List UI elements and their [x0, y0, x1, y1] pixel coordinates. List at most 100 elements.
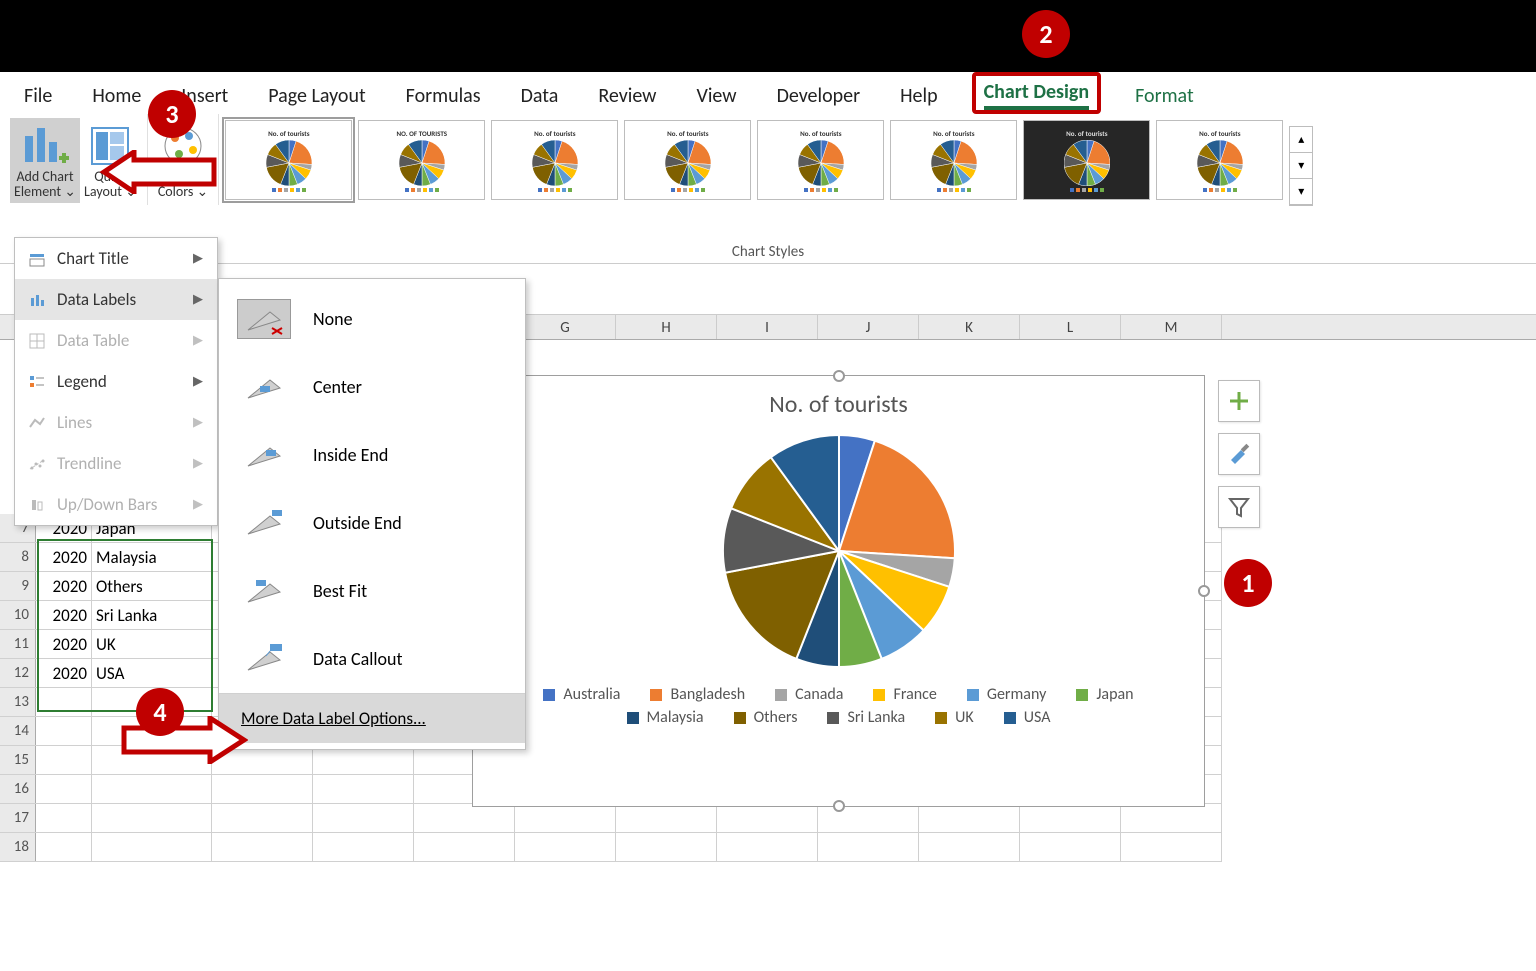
row-header[interactable]: 15 [0, 746, 36, 774]
chart-style-1[interactable]: No. of tourists [225, 120, 352, 200]
tab-data[interactable]: Data [515, 82, 565, 110]
cell[interactable]: 2020 [36, 572, 92, 600]
cell[interactable] [1121, 804, 1222, 832]
cell[interactable] [36, 833, 92, 861]
col-header-m[interactable]: M [1121, 315, 1222, 339]
cell[interactable] [818, 833, 919, 861]
cell[interactable] [36, 804, 92, 832]
col-header-i[interactable]: I [717, 315, 818, 339]
tab-view[interactable]: View [690, 82, 742, 110]
legend-item-usa[interactable]: USA [1004, 708, 1051, 727]
submenu-more-options[interactable]: More Data Label Options... [219, 693, 525, 743]
cell[interactable] [212, 833, 313, 861]
gallery-scroll-up[interactable]: ▴ [1290, 127, 1312, 153]
cell[interactable] [36, 717, 92, 745]
chart-legend[interactable]: AustraliaBangladeshCanadaFranceGermanyJa… [473, 671, 1204, 727]
cell[interactable]: 2020 [36, 659, 92, 687]
table-row[interactable]: 17 [0, 804, 1222, 833]
cell[interactable] [919, 833, 1020, 861]
legend-item-malaysia[interactable]: Malaysia [627, 708, 704, 727]
chart-style-5[interactable]: No. of tourists [757, 120, 884, 200]
legend-item-australia[interactable]: Australia [543, 685, 620, 704]
cell[interactable]: USA [92, 659, 212, 687]
gallery-more-button[interactable]: ▾ [1290, 179, 1312, 205]
row-header[interactable]: 9 [0, 572, 36, 600]
legend-item-uk[interactable]: UK [935, 708, 974, 727]
row-header[interactable]: 16 [0, 775, 36, 803]
chart-style-3[interactable]: No. of tourists [491, 120, 618, 200]
menu-legend[interactable]: Legend▶ [15, 361, 217, 402]
pie-chart[interactable] [719, 431, 959, 671]
cell[interactable] [616, 833, 717, 861]
col-header-g[interactable]: G [515, 315, 616, 339]
chart-handle-top[interactable] [833, 370, 845, 382]
cell[interactable] [919, 804, 1020, 832]
col-header-j[interactable]: J [818, 315, 919, 339]
cell[interactable] [36, 688, 92, 716]
cell[interactable] [313, 833, 414, 861]
chart-style-7[interactable]: No. of tourists [1023, 120, 1150, 200]
row-header[interactable]: 17 [0, 804, 36, 832]
cell[interactable]: Malaysia [92, 543, 212, 571]
chart-style-2[interactable]: NO. OF TOURISTS [358, 120, 485, 200]
table-row[interactable]: 18 [0, 833, 1222, 862]
cell[interactable] [414, 833, 515, 861]
cell[interactable] [1020, 833, 1121, 861]
cell[interactable]: 2020 [36, 543, 92, 571]
add-chart-element-button[interactable]: Add Chart Element ⌄ [10, 118, 80, 203]
cell[interactable] [212, 804, 313, 832]
submenu-inside-end[interactable]: Inside End [219, 421, 525, 489]
chart-style-4[interactable]: No. of tourists [624, 120, 751, 200]
submenu-outside-end[interactable]: Outside End [219, 489, 525, 557]
chart-handle-bottom[interactable] [833, 800, 845, 812]
embedded-chart[interactable]: No. of tourists Australia Bangladesh Canad… [472, 375, 1205, 807]
legend-item-bangladesh[interactable]: Bangladesh [650, 685, 745, 704]
legend-item-sri-lanka[interactable]: Sri Lanka [827, 708, 905, 727]
tab-developer[interactable]: Developer [771, 82, 867, 110]
cell[interactable] [515, 804, 616, 832]
col-header-k[interactable]: K [919, 315, 1020, 339]
chart-filters-button[interactable] [1218, 486, 1260, 528]
cell[interactable]: Others [92, 572, 212, 600]
chart-style-6[interactable]: No. of tourists [890, 120, 1017, 200]
tab-home[interactable]: Home [86, 82, 147, 110]
submenu-best-fit[interactable]: Best Fit [219, 557, 525, 625]
legend-item-japan[interactable]: Japan [1076, 685, 1133, 704]
cell[interactable] [313, 746, 414, 774]
chart-styles-button[interactable] [1218, 433, 1260, 475]
cell[interactable]: UK [92, 630, 212, 658]
col-header-h[interactable]: H [616, 315, 717, 339]
tab-page-layout[interactable]: Page Layout [262, 82, 371, 110]
tab-help[interactable]: Help [894, 82, 944, 110]
submenu-none[interactable]: None [219, 285, 525, 353]
gallery-scroll-down[interactable]: ▾ [1290, 153, 1312, 179]
chart-style-8[interactable]: No. of tourists [1156, 120, 1283, 200]
row-header[interactable]: 10 [0, 601, 36, 629]
chart-title[interactable]: No. of tourists [473, 390, 1204, 419]
cell[interactable]: 2020 [36, 601, 92, 629]
tab-format[interactable]: Format [1129, 82, 1200, 110]
row-header[interactable]: 12 [0, 659, 36, 687]
cell[interactable] [515, 833, 616, 861]
legend-item-others[interactable]: Others [734, 708, 798, 727]
menu-chart-title[interactable]: Chart Title▶ [15, 238, 217, 279]
submenu-center[interactable]: Center [219, 353, 525, 421]
row-header[interactable]: 13 [0, 688, 36, 716]
cell[interactable] [414, 804, 515, 832]
tab-formulas[interactable]: Formulas [400, 82, 487, 110]
submenu-data-callout[interactable]: Data Callout [219, 625, 525, 693]
tab-review[interactable]: Review [592, 82, 662, 110]
cell[interactable]: Sri Lanka [92, 601, 212, 629]
chart-handle-right[interactable] [1198, 585, 1210, 597]
menu-data-labels[interactable]: Data Labels▶ [15, 279, 217, 320]
cell[interactable]: 2020 [36, 630, 92, 658]
legend-item-canada[interactable]: Canada [775, 685, 843, 704]
tab-file[interactable]: File [18, 82, 58, 110]
cell[interactable] [313, 775, 414, 803]
cell[interactable] [92, 833, 212, 861]
cell[interactable] [92, 775, 212, 803]
tab-chart-design[interactable]: Chart Design [984, 76, 1090, 104]
cell[interactable] [36, 746, 92, 774]
cell[interactable] [212, 775, 313, 803]
row-header[interactable]: 18 [0, 833, 36, 861]
